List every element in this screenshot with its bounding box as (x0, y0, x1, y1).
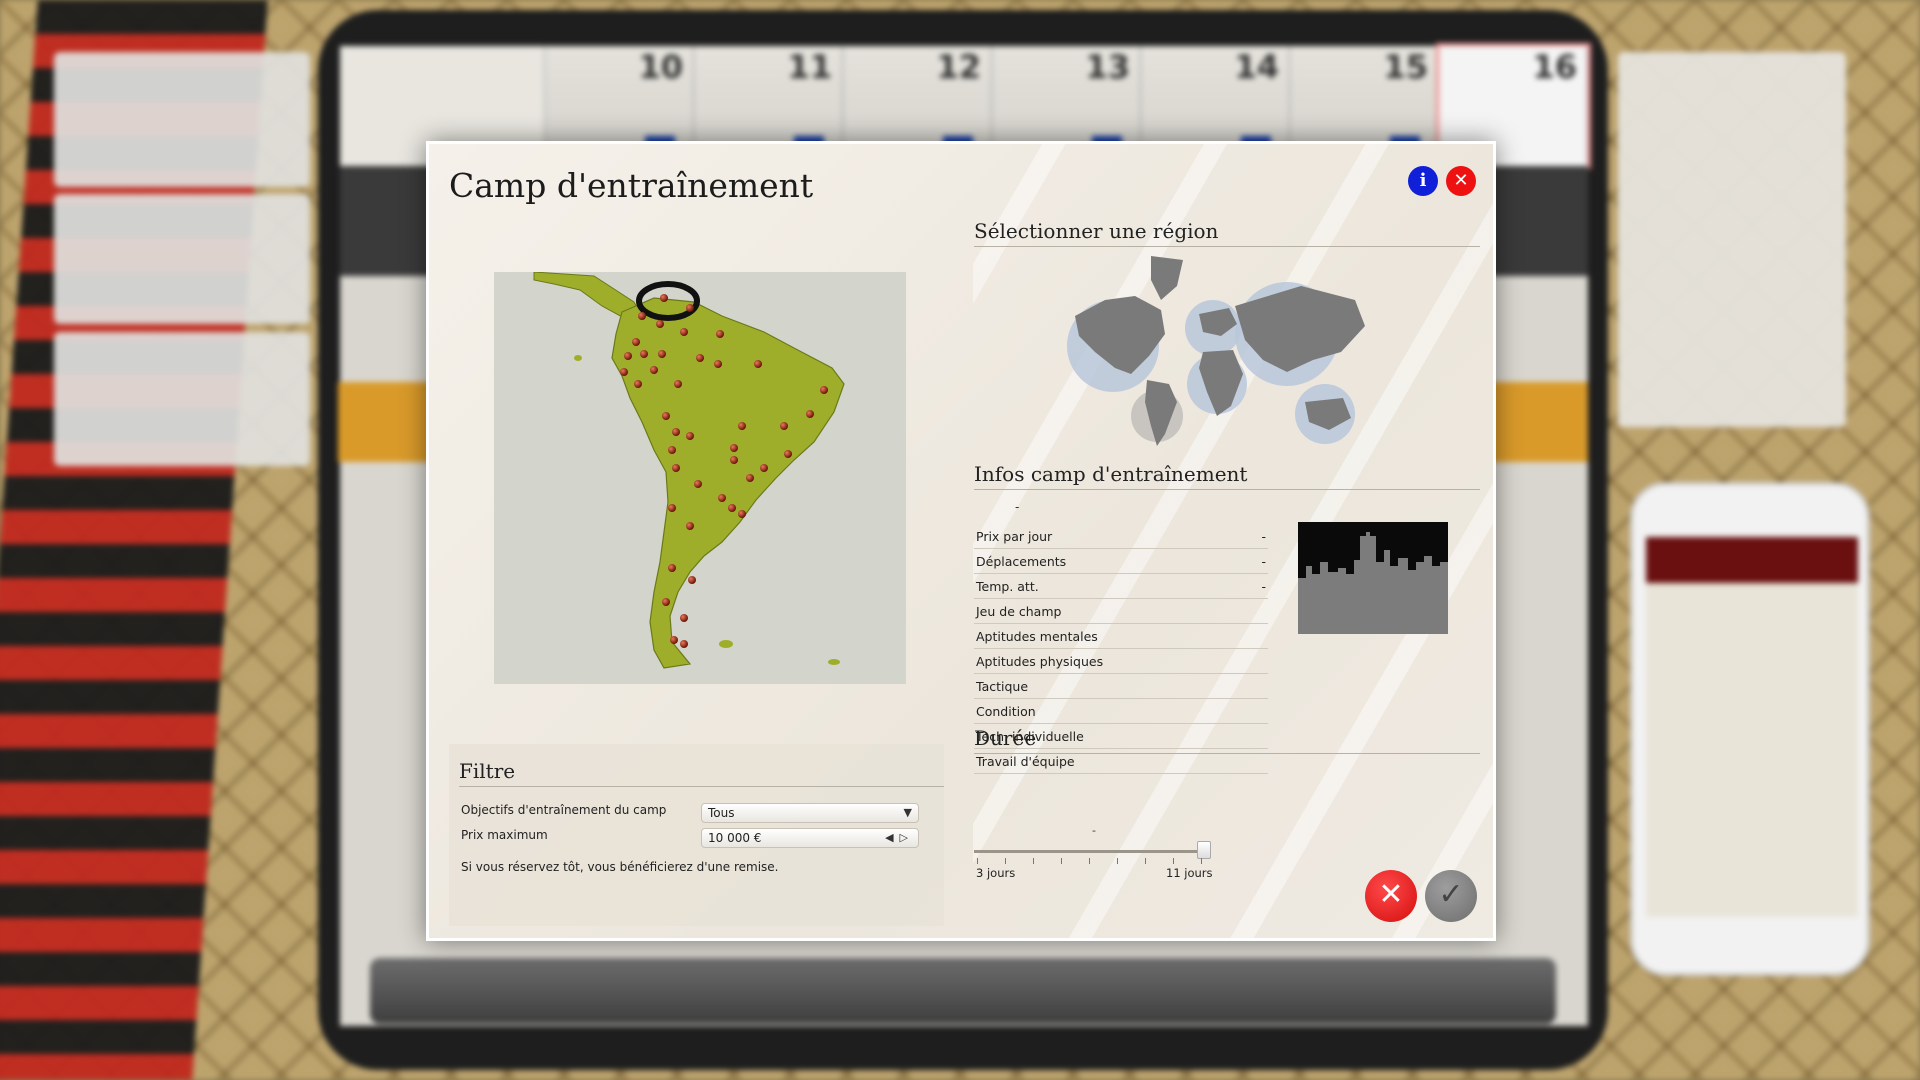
news-list-panel (1618, 52, 1846, 427)
slider-tick (1173, 858, 1174, 864)
city-skyline-image (1298, 532, 1448, 634)
bottom-dock (370, 958, 1556, 1024)
filter-heading: Filtre (459, 759, 944, 787)
results-panel (54, 194, 310, 324)
camp-image (1298, 522, 1448, 634)
league-table-panel (54, 52, 310, 187)
camp-name-value: - (1015, 500, 1020, 514)
south-america-map (533, 272, 845, 669)
phone-header (1646, 537, 1858, 583)
slider-tick (977, 858, 978, 864)
slider-tick (1089, 858, 1090, 864)
slider-tick (1033, 858, 1034, 864)
duration-heading: Durée (974, 726, 1480, 754)
world-map (1067, 256, 1365, 446)
region-map[interactable] (494, 272, 906, 684)
info-row-price: Prix par jour - (974, 524, 1268, 549)
info-row-temp: Temp. att. - (974, 574, 1268, 599)
slider-tick (1201, 858, 1202, 864)
duration-min-label: 3 jours (976, 866, 1016, 880)
world-region-selector[interactable] (1065, 256, 1375, 452)
duration-max-label: 11 jours (1166, 866, 1213, 880)
objectives-select[interactable]: Tous ▼ (701, 803, 919, 823)
close-button[interactable]: ✕ (1446, 166, 1476, 196)
early-booking-note: Si vous réservez tôt, vous bénéficierez … (461, 860, 779, 874)
duration-current: - (1092, 824, 1096, 837)
confirm-button[interactable]: ✓ (1425, 870, 1477, 922)
slider-tick (1061, 858, 1062, 864)
slider-tick (1117, 858, 1118, 864)
info-row-field-play: Jeu de champ (974, 599, 1268, 624)
region-heading: Sélectionner une région (974, 219, 1480, 247)
info-row-tactics: Tactique (974, 674, 1268, 699)
info-row-mental: Aptitudes mentales (974, 624, 1268, 649)
stepper-arrows-icon[interactable]: ◀▷ (885, 829, 914, 847)
objectives-label: Objectifs d'entraînement du camp (461, 803, 667, 817)
info-row-travel: Déplacements - (974, 549, 1268, 574)
max-price-label: Prix maximum (461, 828, 548, 842)
phone-screen (1646, 537, 1858, 917)
info-row-condition: Condition (974, 699, 1268, 724)
cancel-button[interactable]: ✕ (1365, 870, 1417, 922)
max-price-value: 10 000 € (708, 831, 762, 845)
chevron-down-icon: ▼ (903, 806, 912, 819)
training-camp-dialog: Camp d'entraînement i ✕ Filtre Objectifs… (426, 141, 1496, 941)
camp-info-heading: Infos camp d'entraînement (974, 462, 1480, 490)
dialog-title: Camp d'entraînement (449, 166, 814, 205)
info-row-physical: Aptitudes physiques (974, 649, 1268, 674)
objectives-value: Tous (708, 806, 735, 820)
stats-panel (54, 332, 310, 466)
duration-slider-track[interactable] (974, 850, 1209, 853)
slider-tick (1005, 858, 1006, 864)
info-button[interactable]: i (1408, 166, 1438, 196)
duration-slider-handle[interactable] (1197, 841, 1211, 859)
max-price-stepper[interactable]: 10 000 € ◀▷ (701, 828, 919, 848)
slider-tick (1145, 858, 1146, 864)
